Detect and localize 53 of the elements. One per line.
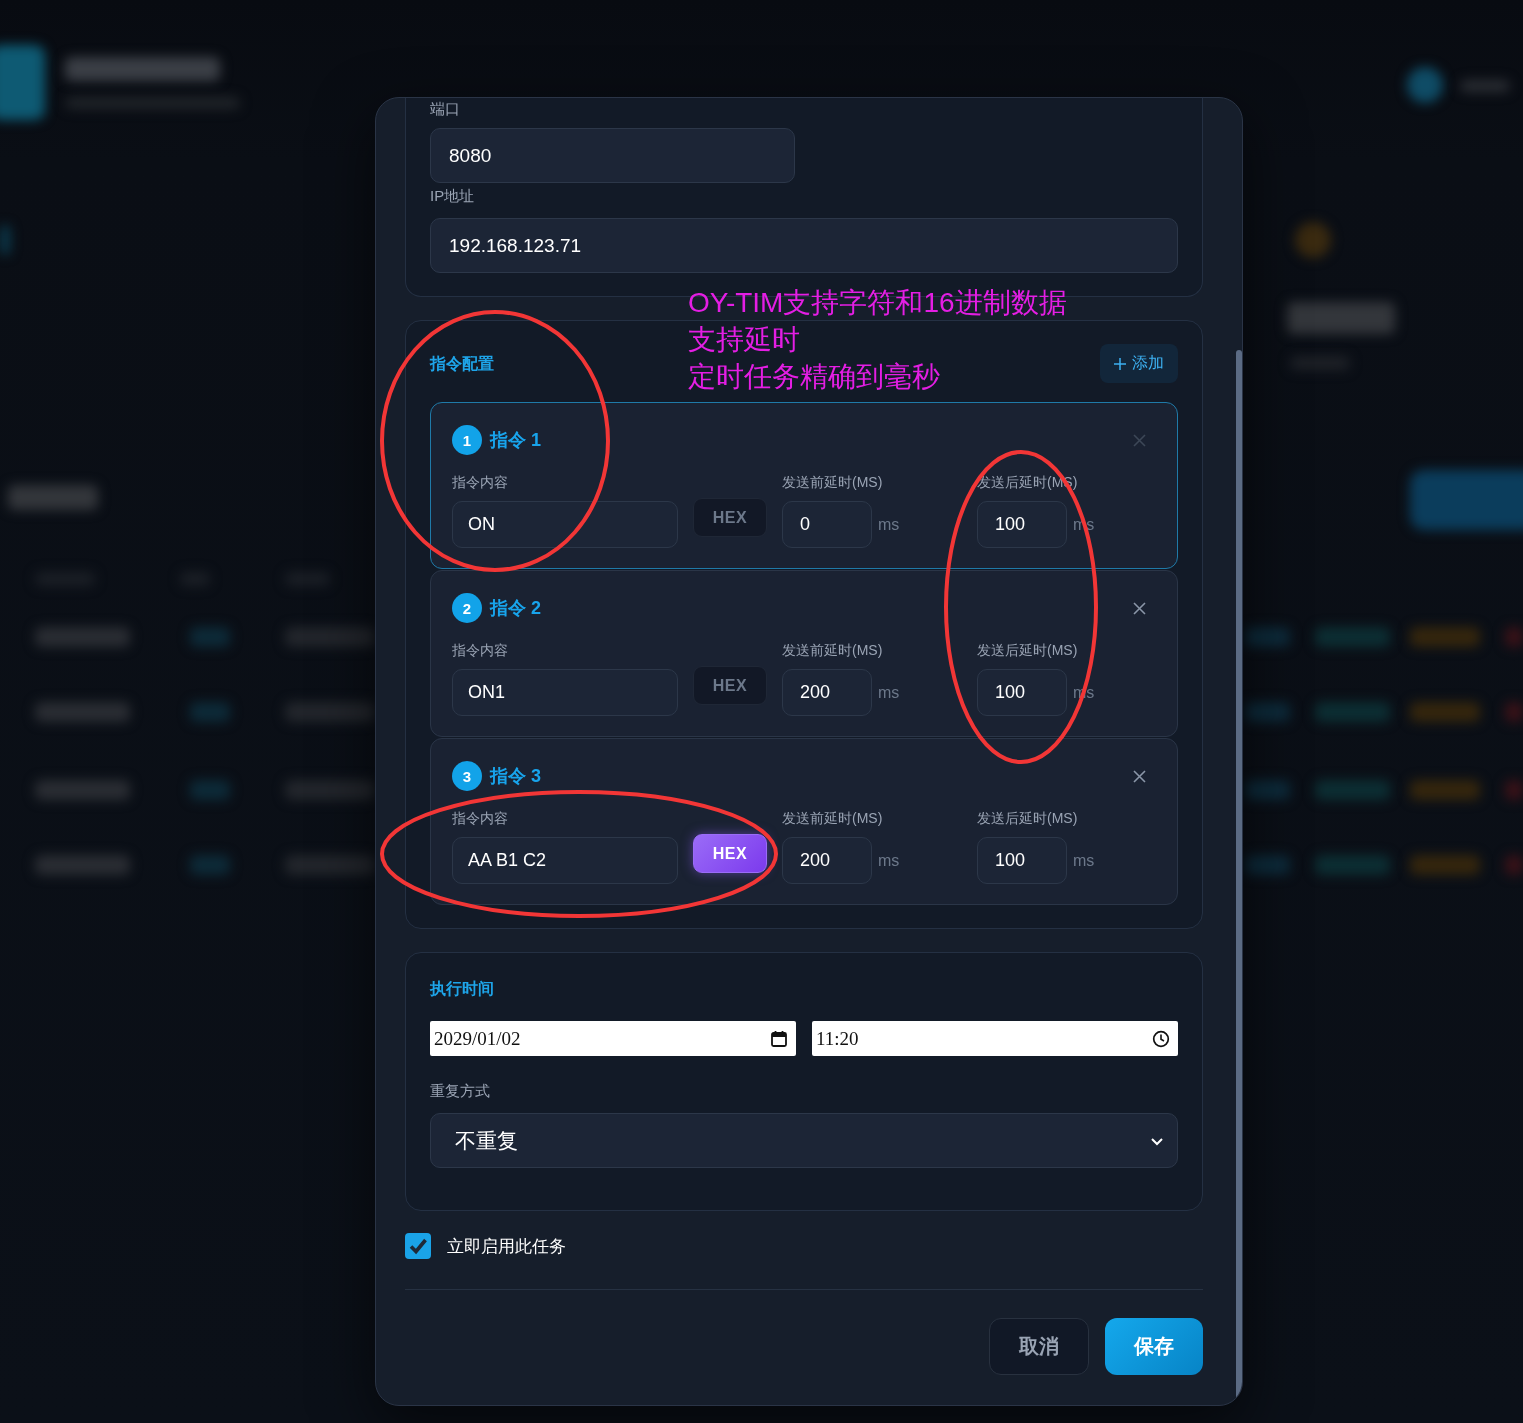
delay-field[interactable]: 0	[782, 501, 872, 548]
hex-toggle-button[interactable]: HEX	[693, 834, 767, 873]
annotation-text: 支持延时	[688, 323, 800, 357]
field-label: IP地址	[430, 186, 476, 206]
command-title: 指令 2	[490, 597, 541, 620]
clock-icon[interactable]	[1152, 1029, 1170, 1048]
field-label: 指令内容	[452, 809, 509, 828]
annotation-text: OY-TIM支持字符和16进制数据	[688, 286, 1067, 320]
command-input[interactable]: ON	[452, 501, 678, 548]
command-item[interactable]: 3 指令 3 指令内容 发送前延时(MS) 发送后延时(MS) AA B1 C2 HEX 200 ms 100 ms	[430, 738, 1178, 905]
field-label: 发送前延时(MS)	[782, 641, 884, 660]
time-field[interactable]: 11:20	[812, 1021, 1178, 1056]
unit-label: ms	[1073, 851, 1095, 870]
field-label: 发送前延时(MS)	[782, 473, 884, 492]
close-icon[interactable]	[1133, 769, 1146, 783]
hex-toggle-button[interactable]: HEX	[693, 498, 767, 537]
checkbox-label: 立即启用此任务	[447, 1235, 566, 1258]
command-input[interactable]: ON1	[452, 669, 678, 716]
delay-field[interactable]: 100	[977, 501, 1067, 548]
annotation-text: 定时任务精确到毫秒	[688, 360, 940, 394]
step-number-badge: 2	[452, 593, 482, 623]
field-label: 端口	[430, 99, 461, 119]
unit-label: ms	[878, 851, 900, 870]
close-icon[interactable]	[1133, 601, 1146, 615]
field-label: 指令内容	[452, 473, 509, 492]
port-field[interactable]: 8080	[430, 128, 795, 183]
hex-toggle-button[interactable]: HEX	[693, 666, 767, 705]
add-button[interactable]: 添加	[1100, 344, 1178, 383]
command-title: 指令 1	[490, 429, 541, 452]
delay-field[interactable]: 100	[977, 669, 1067, 716]
field-label: 重复方式	[430, 1081, 491, 1101]
section-title: 执行时间	[430, 979, 495, 999]
command-input[interactable]: AA B1 C2	[452, 837, 678, 884]
cancel-button[interactable]: 取消	[989, 1318, 1089, 1375]
field-label: 发送前延时(MS)	[782, 809, 884, 828]
repeat-select[interactable]: 不重复	[430, 1113, 1178, 1168]
unit-label: ms	[878, 683, 900, 702]
delay-field[interactable]: 100	[977, 837, 1067, 884]
field-label: 指令内容	[452, 641, 509, 660]
calendar-icon[interactable]	[770, 1029, 788, 1048]
plus-icon	[1114, 357, 1126, 370]
step-number-badge: 1	[452, 425, 482, 455]
delay-field[interactable]: 200	[782, 837, 872, 884]
delay-field[interactable]: 200	[782, 669, 872, 716]
field-label: 发送后延时(MS)	[977, 641, 1079, 660]
step-number-badge: 3	[452, 761, 482, 791]
unit-label: ms	[878, 515, 900, 534]
command-title: 指令 3	[490, 765, 541, 788]
checkbox[interactable]	[405, 1233, 431, 1259]
date-field[interactable]: 2029/01/02	[430, 1021, 796, 1056]
section-title: 指令配置	[430, 353, 494, 374]
field-label: 发送后延时(MS)	[977, 809, 1079, 828]
ip-address-field[interactable]: 192.168.123.71	[430, 218, 1178, 273]
